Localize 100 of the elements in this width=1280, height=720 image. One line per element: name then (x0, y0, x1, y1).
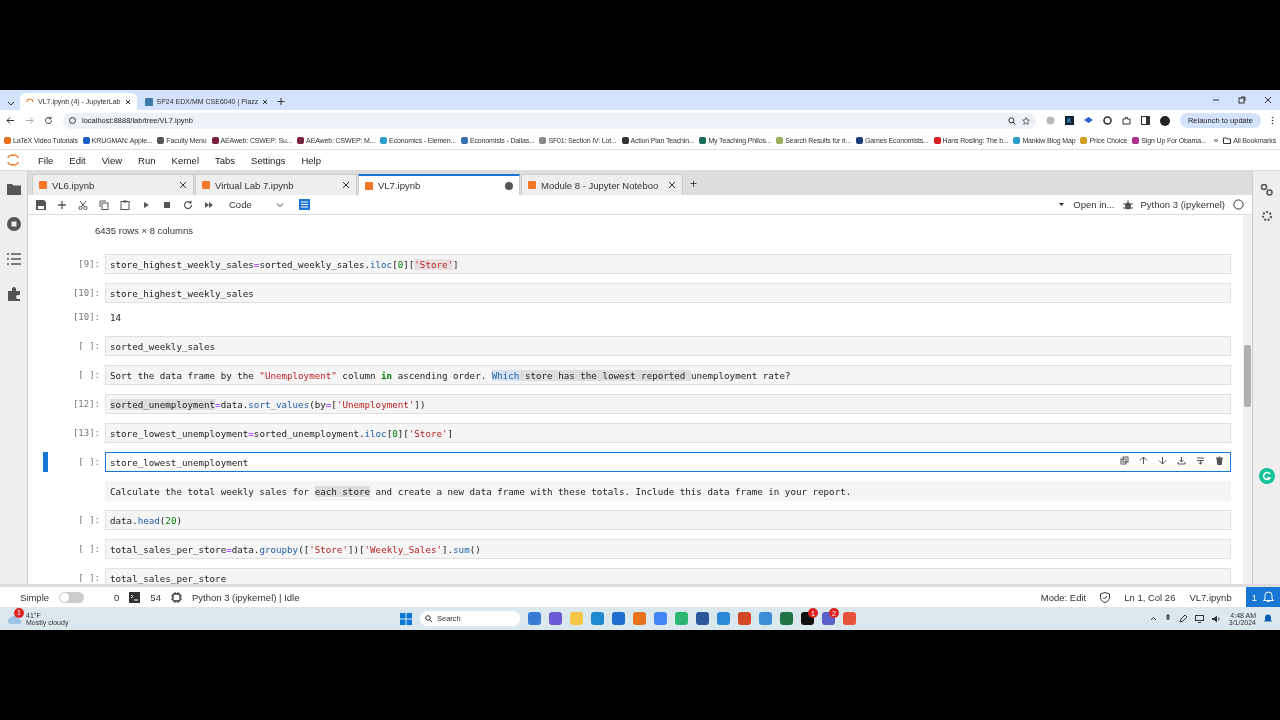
simple-mode-toggle[interactable] (59, 591, 85, 603)
minimize-icon[interactable] (1212, 96, 1220, 104)
bookmark-star-icon[interactable] (1021, 116, 1030, 125)
menu-item[interactable]: File (30, 154, 62, 166)
menu-item[interactable]: Run (130, 154, 164, 166)
cell-prompt: [10]: (71, 312, 100, 322)
notebook-tab[interactable]: VL7.ipynb (358, 174, 520, 195)
notification-bell-icon[interactable] (1264, 614, 1272, 623)
menu-item[interactable]: Help (293, 154, 329, 166)
taskbar-app-icon[interactable] (612, 612, 625, 625)
code-line: store_lowest_unemployment=sorted_unemployment.iloc[0]['Store'] (110, 427, 454, 439)
cell-prompt: [ ]: (77, 573, 100, 583)
duplicate-icon[interactable] (1120, 456, 1129, 465)
terminal-icon[interactable] (129, 591, 141, 603)
shield-icon[interactable] (1100, 591, 1111, 603)
close-icon[interactable] (179, 181, 187, 189)
code-line: sorted_weekly_sales (110, 340, 216, 352)
microphone-icon[interactable] (1164, 614, 1171, 623)
side-panel-icon[interactable] (1140, 116, 1150, 125)
notebook-cell[interactable]: total_sales_per_store=data.groupby(['Store'])['Weekly_Sales'].sum() (105, 539, 1231, 559)
notifications-button[interactable]: 1 (1245, 587, 1280, 607)
notebook-cell[interactable]: sorted_unemployment=data.sort_values(by=['Unemployment']) (105, 394, 1231, 414)
kernel-name[interactable]: Python 3 (ipykernel) (1140, 199, 1225, 210)
restore-icon[interactable] (1238, 96, 1246, 104)
folder-icon[interactable] (6, 183, 21, 195)
notebook-tab[interactable]: Module 8 - Jupyter Noteboo (521, 174, 683, 195)
volume-icon[interactable] (1211, 614, 1221, 623)
cell-type-dropdown[interactable]: Code (225, 199, 288, 210)
scrollbar[interactable] (1243, 215, 1252, 584)
notebook-cell[interactable]: sorted_weekly_sales (105, 336, 1231, 356)
copy-icon[interactable] (99, 199, 109, 210)
editor-mode[interactable]: Mode: Edit (1040, 591, 1087, 603)
run-icon[interactable] (141, 199, 151, 210)
pen-icon[interactable] (1178, 614, 1187, 623)
taskbar-app-icon[interactable] (738, 612, 751, 625)
unsaved-dot-icon[interactable] (505, 181, 513, 190)
taskbar-app-icon[interactable] (549, 612, 562, 625)
kernel-count[interactable]: 54 (150, 591, 161, 603)
cursor-position[interactable]: Ln 1, Col 26 (1124, 591, 1176, 603)
caret-icon (1058, 201, 1066, 208)
menu-item[interactable]: Edit (61, 154, 94, 166)
notebook-cell[interactable]: total_sales_per_store (105, 568, 1231, 584)
cell-prompt: [ ]: (77, 370, 100, 380)
close-icon[interactable] (342, 181, 350, 189)
site-info-icon[interactable] (69, 117, 76, 124)
profile-icon[interactable] (1159, 115, 1170, 126)
insert-cell-icon[interactable] (57, 199, 67, 210)
running-kernels-icon[interactable] (6, 217, 21, 231)
notebook-cell[interactable]: store_lowest_unemployment=sorted_unemployment.iloc[0]['Store'] (105, 423, 1231, 443)
extensions-icon[interactable] (1121, 116, 1131, 125)
notebook-cell[interactable]: Calculate the total weekly sales for each store and create a new data frame with these totals. Include this data frame in your report. (105, 481, 1231, 501)
menu-item[interactable]: View (93, 154, 131, 166)
chevron-up-icon[interactable] (1149, 615, 1157, 622)
file-name: VL7.ipynb (1189, 591, 1232, 603)
delete-icon[interactable] (1215, 456, 1224, 465)
zoom-icon[interactable] (1007, 116, 1016, 125)
back-icon[interactable] (6, 116, 15, 125)
extension-cap-icon[interactable] (1083, 116, 1093, 125)
save-icon[interactable] (36, 199, 46, 210)
kernel-status[interactable]: Python 3 (ipykernel) | Idle (191, 591, 300, 603)
insert-cell-icon[interactable] (1177, 456, 1186, 465)
extension-manager-icon[interactable] (6, 287, 21, 301)
kernel-chip-icon[interactable] (170, 591, 182, 603)
menu-item[interactable]: Settings (243, 154, 294, 166)
notebook-cell[interactable]: data.head(20) (105, 510, 1231, 530)
restart-icon[interactable] (183, 199, 193, 210)
notebook-cell[interactable]: store_highest_weekly_sales=sorted_weekly_sales.iloc[0]['Store'] (105, 254, 1231, 274)
close-icon[interactable] (262, 98, 269, 105)
menu-item[interactable]: Tabs (207, 154, 244, 166)
cell-output[interactable]: 14 (105, 307, 1231, 327)
code-line: 14 (110, 311, 122, 323)
taskbar-app-icon[interactable] (528, 612, 541, 625)
jupyter-logo-icon[interactable] (6, 153, 20, 167)
notebook-cell[interactable]: store_lowest_unemployment (105, 452, 1231, 472)
more-bookmarks-button[interactable]: » (1213, 135, 1219, 145)
open-in-dropdown[interactable]: Open in... (1073, 199, 1115, 210)
terminal-count[interactable]: 0 (114, 591, 120, 603)
close-icon[interactable] (1264, 96, 1272, 104)
merge-cells-icon[interactable] (1196, 456, 1205, 465)
table-of-contents-icon[interactable] (6, 253, 21, 265)
notebook-tab[interactable]: Virtual Lab 7.ipynb (195, 174, 357, 195)
notebook-tab[interactable]: VL6.ipynb (32, 174, 194, 195)
bell-icon (1263, 591, 1274, 603)
taskbar-app-icon[interactable] (696, 612, 709, 625)
paste-icon[interactable] (120, 199, 130, 210)
new-launcher-button[interactable]: + (684, 177, 703, 195)
notebook-cell[interactable]: Sort the data frame by the "Unemployment" column in ascending order. Which store has the lowest reported unemployment rate? (105, 365, 1231, 385)
stop-icon[interactable] (162, 199, 172, 210)
start-icon[interactable] (400, 612, 412, 625)
taskbar-app-icon[interactable] (780, 612, 793, 625)
close-icon[interactable] (668, 181, 676, 189)
reload-icon[interactable] (44, 116, 53, 125)
menu-item[interactable]: Kernel (163, 154, 207, 166)
fast-forward-icon[interactable] (204, 199, 214, 210)
move-down-icon[interactable] (1158, 456, 1167, 465)
notebook-cell[interactable]: store_highest_weekly_sales (105, 283, 1231, 303)
move-up-icon[interactable] (1139, 456, 1148, 465)
close-icon[interactable] (124, 98, 131, 105)
extension-k-icon[interactable] (1064, 116, 1074, 125)
cut-icon[interactable] (78, 199, 88, 210)
